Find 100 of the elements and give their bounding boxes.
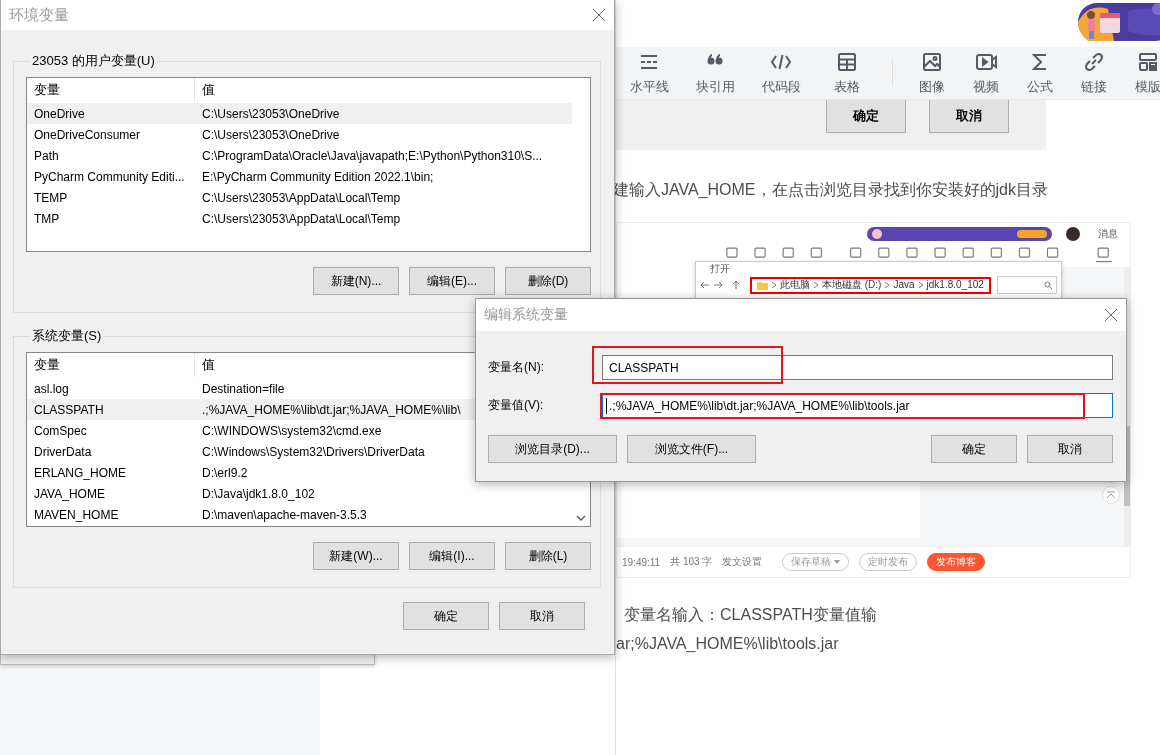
list-row[interactable]: TEMP C:\Users\23053\AppData\Local\Temp — [27, 187, 572, 208]
dialog-button[interactable]: 确定 — [931, 435, 1017, 463]
dialog-button[interactable]: 确定 — [826, 100, 906, 133]
variable-value: D:\erl9.2 — [201, 465, 248, 480]
list-row[interactable]: PyCharm Community Editi... E:\PyCharm Community Edition 2022.1\bin; — [27, 166, 572, 187]
breadcrumb-item[interactable]: Java — [893, 279, 915, 291]
list-row[interactable]: ComSpec C:\WINDOWS\system32\cmd.exe — [27, 420, 475, 441]
dialog-button[interactable]: 新建(N)... — [313, 267, 399, 295]
table-icon — [836, 50, 858, 73]
variable-value: D:\maven\apache-maven-3.5.3 — [201, 507, 367, 522]
toolbar-button[interactable]: 块引用 — [682, 50, 748, 96]
search-icon — [1044, 281, 1052, 289]
list-row[interactable]: TMP C:\Users\23053\AppData\Local\Temp — [27, 208, 572, 229]
status-text: 19:49:11 — [622, 556, 661, 568]
address-bar[interactable]: 此电脑 本地磁盘 (D:) Java jdk1.8.0_102 — [750, 276, 991, 294]
avatar-icon — [1066, 227, 1080, 241]
variable-value: C:\WINDOWS\system32\cmd.exe — [201, 423, 382, 438]
article-text: ar;%JAVA_HOME%\lib\tools.jar — [616, 634, 840, 654]
variable-value: C:\Users\23053\OneDrive — [201, 106, 340, 121]
dialog-button[interactable]: 编辑(E)... — [409, 267, 495, 295]
close-icon[interactable] — [593, 9, 605, 21]
breadcrumb-item[interactable]: 本地磁盘 (D:) — [822, 279, 882, 291]
dialog-button[interactable]: 浏览目录(D)... — [488, 435, 617, 463]
variable-name: JAVA_HOME — [33, 486, 106, 501]
variable-value: .;%JAVA_HOME%\lib\dt.jar;%JAVA_HOME%\lib\ — [201, 402, 461, 417]
list-row[interactable]: Path C:\ProgramData\Oracle\Java\javapath;E:\Python\Python310\S... — [27, 145, 572, 166]
window-title: 环境变量 — [9, 5, 69, 25]
variable-value: C:\Users\23053\AppData\Local\Temp — [201, 211, 401, 226]
close-icon[interactable] — [1105, 309, 1117, 321]
variable-name: PyCharm Community Editi... — [33, 169, 186, 184]
variable-name: MAVEN_HOME — [33, 507, 120, 522]
article-text: 变量名输入：CLASSPATH变量值输 — [623, 605, 878, 625]
dialog-button[interactable]: 取消 — [1027, 435, 1113, 463]
column-header[interactable]: 值 — [195, 78, 215, 102]
toolbar-button[interactable]: 公式 — [1013, 50, 1067, 96]
list-row[interactable]: DriverData C:\Windows\System32\Drivers\DriverData — [27, 441, 475, 462]
toolbar-button[interactable]: 代码段 — [748, 50, 814, 96]
variable-value: E:\PyCharm Community Edition 2022.1\bin; — [201, 169, 434, 184]
variable-name: CLASSPATH — [33, 402, 105, 417]
column-header[interactable]: 变量 — [27, 353, 195, 377]
dialog-title: 打开 — [710, 263, 730, 274]
toolbar-button[interactable]: 水平线 — [616, 50, 682, 96]
dialog-button[interactable]: 取消 — [929, 100, 1009, 133]
chevron-icon — [814, 282, 818, 288]
variable-name: TMP — [33, 211, 61, 226]
variable-value: Destination=file — [201, 381, 285, 396]
column-header[interactable]: 值 — [195, 353, 215, 377]
status-text: 发文设置 — [722, 555, 763, 569]
variable-name: ERLANG_HOME — [33, 465, 128, 480]
dialog-button[interactable]: 编辑(I)... — [409, 542, 495, 570]
list-row[interactable]: ERLANG_HOME D:\erl9.2 — [27, 462, 475, 483]
variable-value: C:\Windows\System32\Drivers\DriverData — [201, 444, 425, 459]
list-row[interactable]: CLASSPATH .;%JAVA_HOME%\lib\dt.jar;%JAVA_HOME%\lib\ — [27, 399, 475, 420]
dialog-button[interactable]: 新建(W)... — [313, 542, 399, 570]
list-row[interactable]: MAVEN_HOME D:\maven\apache-maven-3.5.3 — [27, 504, 475, 525]
toolbar-button[interactable]: 视频 — [959, 50, 1013, 96]
breadcrumb-item[interactable]: 此电脑 — [780, 279, 810, 291]
variable-name: OneDriveConsumer — [33, 127, 142, 142]
scroll-down-icon[interactable] — [576, 515, 586, 521]
folder-icon — [757, 280, 768, 290]
list-row[interactable]: JAVA_HOME D:\Java\jdk1.8.0_102 — [27, 483, 475, 504]
search-field[interactable] — [996, 276, 1057, 294]
toolbar-button[interactable]: 链接 — [1067, 50, 1121, 96]
dialog-button[interactable]: 删除(D) — [505, 267, 591, 295]
column-header[interactable]: 变量 — [27, 78, 195, 102]
toolbar-button[interactable]: 模版 — [1121, 50, 1160, 96]
user-label: 消息 — [1098, 227, 1118, 241]
variable-name: ComSpec — [33, 423, 88, 438]
group-label: 23053 的用户变量(U) — [31, 52, 156, 70]
image-icon — [921, 50, 943, 73]
chevron-icon — [772, 282, 776, 288]
variable-value: C:\ProgramData\Oracle\Java\javapath;E:\Python\Python310\S... — [201, 148, 543, 163]
chevron-icon — [918, 282, 923, 288]
field-label: 变量名(N): — [488, 359, 545, 376]
status-text: 共 103 字 — [670, 555, 713, 569]
list-row[interactable]: asl.log Destination=file — [27, 378, 475, 399]
variable-value: C:\Users\23053\OneDrive — [201, 127, 340, 142]
dialog-title: 编辑系统变量 — [484, 306, 568, 324]
variable-value: C:\Users\23053\AppData\Local\Temp — [201, 190, 401, 205]
variable-value: D:\Java\jdk1.8.0_102 — [201, 486, 315, 501]
layout-icon — [1137, 50, 1159, 73]
dialog-button[interactable]: 确定 — [403, 602, 489, 630]
toolbar-button[interactable]: 表格 — [814, 50, 880, 96]
breadcrumb-item[interactable]: jdk1.8.0_102 — [926, 279, 984, 291]
variable-name: OneDrive — [33, 106, 86, 121]
input-field[interactable]: CLASSPATH — [602, 355, 1113, 380]
group-label: 系统变量(S) — [31, 327, 103, 345]
back-to-top-icon[interactable] — [1102, 486, 1120, 504]
variable-name: DriverData — [33, 444, 93, 459]
variable-name: Path — [33, 148, 60, 163]
variable-name: TEMP — [33, 190, 69, 205]
dialog-button[interactable]: 取消 — [499, 602, 585, 630]
link-icon — [1083, 50, 1105, 73]
dialog-button[interactable]: 删除(L) — [505, 542, 591, 570]
list-row[interactable]: OneDriveConsumer C:\Users\23053\OneDrive — [27, 124, 572, 145]
caret-icon — [834, 560, 841, 564]
toolbar-button[interactable]: 图像 — [905, 50, 959, 96]
field-label: 变量值(V): — [488, 397, 545, 414]
list-row[interactable]: OneDrive C:\Users\23053\OneDrive — [27, 103, 572, 124]
dialog-button[interactable]: 浏览文件(F)... — [627, 435, 756, 463]
